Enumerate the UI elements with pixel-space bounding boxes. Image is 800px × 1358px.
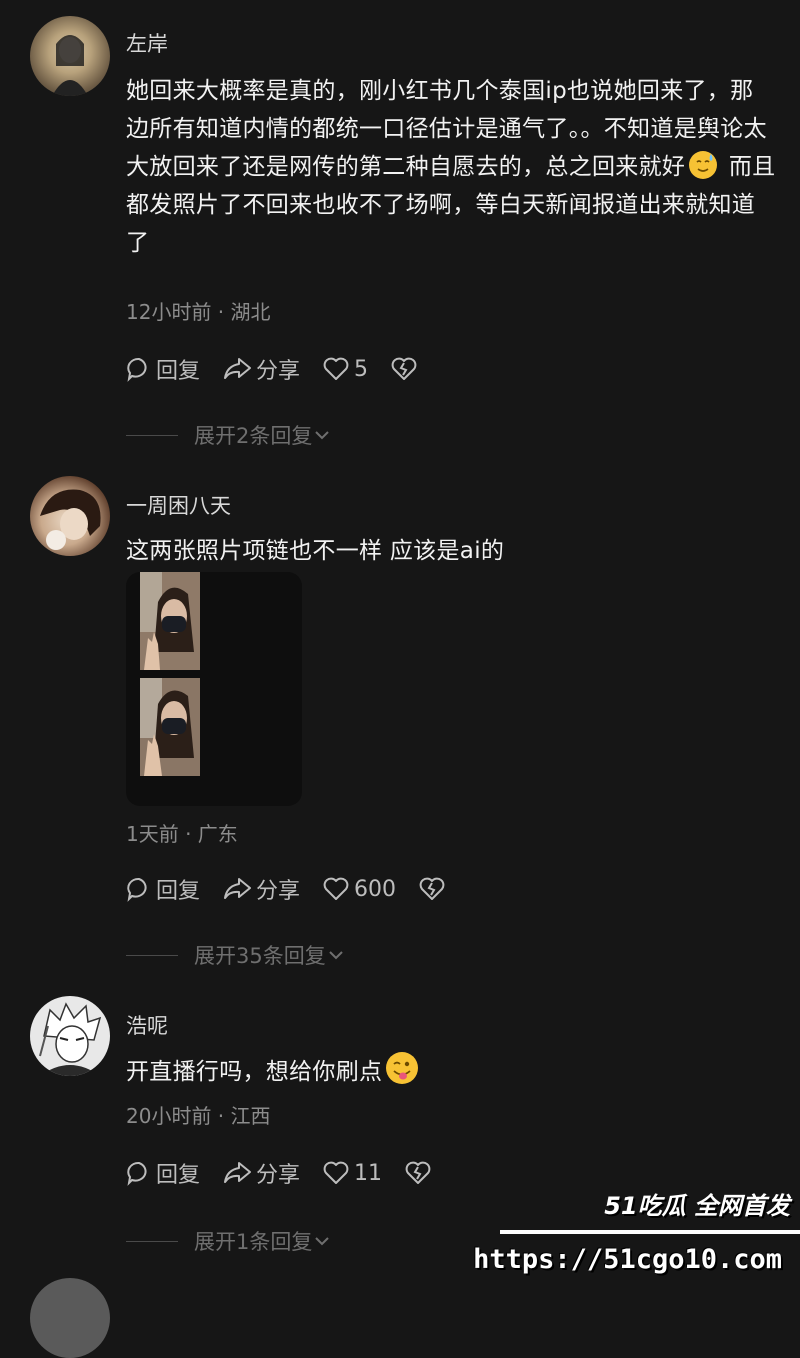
dislike-button[interactable] (418, 876, 450, 902)
comment-meta: 12小时前 · 湖北 (126, 300, 271, 324)
avatar[interactable] (30, 476, 110, 556)
like-button[interactable]: 5 (322, 356, 368, 382)
reply-label: 回复 (156, 359, 201, 384)
photo-thumbnail[interactable] (140, 678, 200, 776)
avatar[interactable] (30, 16, 110, 96)
expand-replies-label: 展开2条回复 (194, 424, 313, 448)
username[interactable]: 左岸 (126, 28, 168, 58)
expand-replies-label: 展开1条回复 (194, 1230, 313, 1254)
share-label: 分享 (256, 1163, 301, 1188)
avatar[interactable] (30, 996, 110, 1076)
reply-button[interactable]: 回复 (126, 1157, 200, 1189)
watermark: 51吃瓜 全网首发 https://51cgo10.com (473, 1180, 800, 1292)
broken-heart-icon (419, 877, 445, 900)
share-icon (224, 358, 252, 379)
broken-heart-icon (391, 357, 417, 380)
reply-icon (127, 877, 147, 902)
reply-icon (127, 1161, 147, 1186)
divider (126, 434, 178, 436)
like-count: 600 (354, 876, 397, 902)
divider (126, 1240, 178, 1242)
comment-text: 她回来大概率是真的，刚小红书几个泰国ip也说她回来了，那边所有知道内情的都统一口… (126, 78, 776, 256)
like-count: 5 (354, 356, 369, 382)
reply-button[interactable]: 回复 (126, 873, 200, 905)
dislike-button[interactable] (404, 1160, 436, 1186)
heart-icon (323, 357, 349, 380)
heart-icon (323, 1161, 349, 1184)
share-label: 分享 (256, 359, 301, 384)
wink-tongue-emoji (386, 1052, 419, 1084)
reply-button[interactable]: 回复 (126, 353, 200, 385)
reply-label: 回复 (156, 1163, 201, 1188)
share-button[interactable]: 分享 (222, 873, 300, 905)
sweat-smile-emoji (689, 151, 718, 179)
comment-actions: 回复 分享 5 (126, 352, 444, 386)
chevron-down-icon (315, 431, 330, 440)
share-button[interactable]: 分享 (222, 353, 300, 385)
reply-icon (127, 357, 147, 382)
chevron-down-icon (315, 1237, 330, 1246)
comment-text: 这两张照片项链也不一样 应该是ai的 (126, 538, 505, 564)
comment-meta: 1天前 · 广东 (126, 822, 238, 846)
like-button[interactable]: 600 (322, 876, 396, 902)
username[interactable]: 浩呢 (126, 1010, 168, 1040)
watermark-divider (500, 1230, 800, 1234)
like-button[interactable]: 11 (322, 1160, 382, 1186)
share-button[interactable]: 分享 (222, 1157, 300, 1189)
avatar[interactable] (30, 1278, 110, 1358)
share-icon (224, 1162, 252, 1183)
expand-replies-button[interactable]: 展开1条回复 (126, 1226, 332, 1256)
username[interactable]: 一周困八天 (126, 490, 231, 520)
photo-attachment[interactable] (126, 572, 302, 806)
chevron-down-icon (329, 951, 343, 960)
dislike-button[interactable] (390, 356, 422, 382)
divider (126, 954, 178, 956)
heart-icon (323, 877, 349, 900)
comment-actions: 回复 分享 600 (126, 872, 472, 906)
reply-label: 回复 (156, 879, 201, 904)
photo-thumbnail[interactable] (140, 572, 200, 670)
broken-heart-icon (405, 1161, 431, 1184)
share-icon (224, 878, 252, 899)
expand-replies-button[interactable]: 展开2条回复 (126, 420, 332, 450)
expand-replies-label: 展开35条回复 (194, 944, 326, 968)
expand-replies-button[interactable]: 展开35条回复 (126, 940, 346, 970)
watermark-url: https://51cgo10.com (473, 1244, 782, 1275)
share-label: 分享 (256, 879, 301, 904)
like-count: 11 (354, 1160, 383, 1186)
comment-text: 开直播行吗，想给你刷点 (126, 1052, 776, 1091)
comment-actions: 回复 分享 11 (126, 1156, 458, 1190)
comment-meta: 20小时前 · 江西 (126, 1104, 271, 1128)
watermark-title: 51吃瓜 全网首发 (604, 1192, 790, 1220)
